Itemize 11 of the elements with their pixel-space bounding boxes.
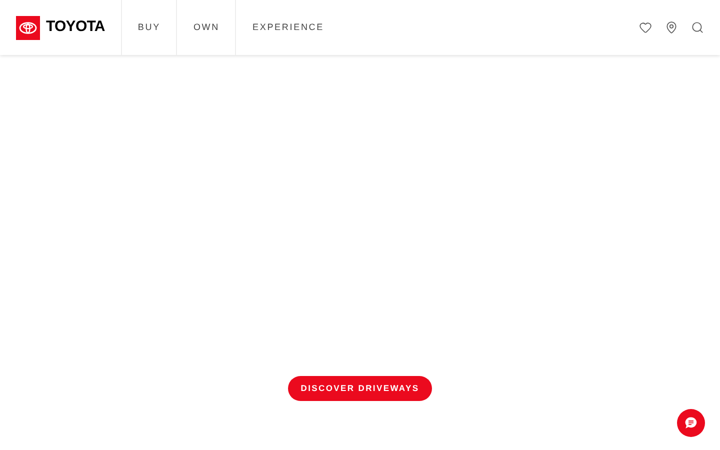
logo-icon: [16, 16, 40, 40]
chat-button[interactable]: [677, 409, 705, 437]
heart-icon[interactable]: [639, 21, 652, 34]
nav-link[interactable]: OWN: [176, 0, 236, 55]
brand-logo[interactable]: TOYOTA: [16, 0, 121, 55]
nav-link[interactable]: EXPERIENCE: [235, 0, 340, 55]
discover-button[interactable]: DISCOVER DRIVEWAYS: [288, 376, 432, 401]
location-pin-icon[interactable]: [665, 21, 678, 34]
search-icon[interactable]: [691, 21, 704, 34]
chat-bubble-icon: [684, 416, 698, 430]
nav-link[interactable]: BUY: [120, 0, 176, 55]
